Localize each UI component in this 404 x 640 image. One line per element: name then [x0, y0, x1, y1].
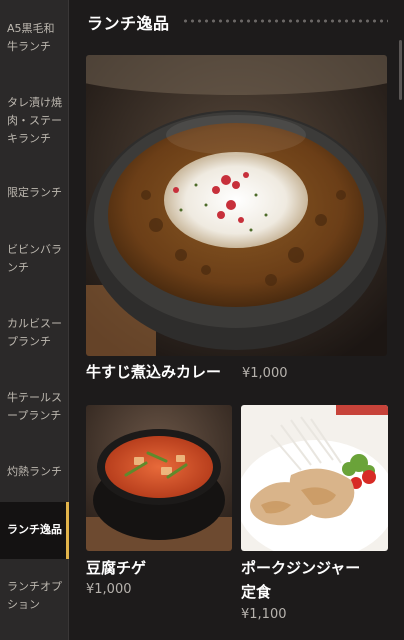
- item-name: 豆腐チゲ: [86, 559, 147, 577]
- curry-stone-bowl-icon: [86, 55, 387, 356]
- sidebar-item-scorching-lunch[interactable]: 灼熱ランチ: [0, 463, 69, 481]
- item-name: ポークジンジャー: [241, 559, 361, 577]
- sidebar-item-label: A5黒毛和: [7, 22, 55, 35]
- sidebar-item-label: 肉・ステー: [7, 114, 62, 127]
- sidebar-item-label: ション: [7, 598, 40, 611]
- sidebar-item-label: キランチ: [7, 132, 51, 145]
- sidebar-item-label: ランチ逸品: [7, 523, 62, 536]
- menu-item-beef-tendon-curry[interactable]: 牛すじ煮込みカレー ¥1,000: [86, 55, 387, 385]
- sidebar-item-label: ープランチ: [7, 409, 62, 422]
- pork-ginger-photo: [241, 405, 388, 551]
- sidebar-item-label: カルビスー: [7, 317, 62, 330]
- section-title: ランチ逸品: [87, 14, 170, 33]
- sidebar-item-label: 牛ランチ: [7, 40, 51, 53]
- sidebar-item-tare-yakiniku-steak-lunch[interactable]: タレ漬け焼 肉・ステー キランチ: [0, 94, 69, 148]
- item-name: 定食: [241, 583, 272, 601]
- sidebar-item-label: ンチ: [7, 261, 29, 274]
- sidebar-item-a5-wagyu-lunch[interactable]: A5黒毛和 牛ランチ: [0, 20, 69, 56]
- sidebar-item-label: ビビンバラ: [7, 243, 62, 256]
- sidebar-item-label: ランチオプ: [7, 580, 62, 593]
- pork-ginger-plate-icon: [241, 405, 388, 551]
- sidebar-item-oxtail-soup-lunch[interactable]: 牛テールス ープランチ: [0, 389, 69, 425]
- sidebar-item-lunch-specialties[interactable]: ランチ逸品: [0, 502, 69, 559]
- sidebar-item-bibimbap-lunch[interactable]: ビビンバラ ンチ: [0, 241, 69, 277]
- tofu-jjigae-photo: [86, 405, 232, 551]
- sidebar-item-kalbi-soup-lunch[interactable]: カルビスー プランチ: [0, 315, 69, 351]
- sidebar-item-limited-lunch[interactable]: 限定ランチ: [0, 184, 69, 202]
- section-divider-dots: [182, 19, 388, 23]
- menu-content: ランチ逸品 牛すじ煮込みカレー ¥1,000 豆腐チゲ ¥1,000 ポークジン…: [70, 0, 404, 640]
- sidebar-item-label: 牛テールス: [7, 391, 62, 404]
- beef-curry-photo: [86, 55, 387, 356]
- sidebar-item-lunch-options[interactable]: ランチオプ ション: [0, 578, 69, 614]
- menu-item-tofu-jjigae[interactable]: 豆腐チゲ ¥1,000: [86, 405, 232, 605]
- scrollbar[interactable]: [399, 40, 402, 100]
- category-sidebar: A5黒毛和 牛ランチ タレ漬け焼 肉・ステー キランチ 限定ランチ ビビンバラ …: [0, 0, 69, 640]
- item-price: ¥1,000: [242, 366, 288, 381]
- menu-item-pork-ginger-set[interactable]: ポークジンジャー 定食 ¥1,100: [241, 405, 388, 630]
- item-price: ¥1,000: [86, 582, 132, 597]
- sidebar-item-label: 限定ランチ: [7, 186, 62, 199]
- jjigae-pot-icon: [86, 405, 232, 551]
- sidebar-item-label: プランチ: [7, 335, 51, 348]
- item-name: 牛すじ煮込みカレー: [86, 363, 222, 381]
- sidebar-item-label: 灼熱ランチ: [7, 465, 62, 478]
- sidebar-item-label: タレ漬け焼: [7, 96, 62, 109]
- item-price: ¥1,100: [241, 607, 287, 622]
